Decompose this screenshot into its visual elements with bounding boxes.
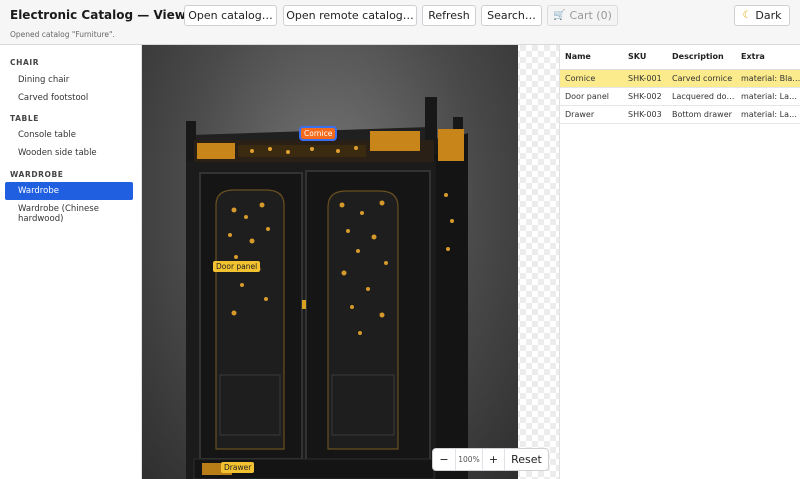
cell-name: Drawer xyxy=(560,105,623,124)
theme-toggle-button[interactable]: ☾ Dark xyxy=(734,5,790,26)
cell-extra: material: Black lacquer xyxy=(736,69,800,88)
cart-icon: 🛒 xyxy=(553,10,566,21)
cell-extra: material: Lacquer xyxy=(736,87,800,106)
cell-name: Cornice xyxy=(560,69,623,88)
sidebar-item-dining-chair[interactable]: Dining chair xyxy=(5,72,133,88)
sidebar-item-console-table[interactable]: Console table xyxy=(5,127,133,143)
hotspot-drawer[interactable]: Drawer xyxy=(221,462,255,473)
zoom-reset-button[interactable]: Reset xyxy=(505,449,548,470)
hotspot-door-panel[interactable]: Door panel xyxy=(213,261,261,272)
category-header-table: TABLE xyxy=(10,114,39,123)
hotspot-cornice[interactable]: Cornice xyxy=(298,126,338,141)
cart-button[interactable]: 🛒 Cart (0) xyxy=(547,5,618,26)
cell-extra: material: Lacquer xyxy=(736,105,800,124)
category-sidebar: CHAIR Dining chair Carved footstool TABL… xyxy=(0,45,142,479)
sidebar-item-wardrobe[interactable]: Wardrobe xyxy=(5,182,133,200)
zoom-in-button[interactable]: + xyxy=(483,449,505,470)
sidebar-item-carved-footstool[interactable]: Carved footstool xyxy=(5,90,133,106)
zoom-controls: − 100% + Reset xyxy=(432,448,549,471)
status-message: Opened catalog "Furniture". xyxy=(10,30,115,39)
sidebar-item-wardrobe-chinese-hardwood[interactable]: Wardrobe (Chinese hardwood) xyxy=(5,202,133,226)
refresh-button[interactable]: Refresh xyxy=(422,5,476,26)
cell-sku: SHK-003 xyxy=(623,105,667,124)
image-viewer[interactable]: Cornice Door panel Drawer − 100% + Reset xyxy=(142,45,559,479)
table-row[interactable]: Drawer SHK-003 Bottom drawer material: L… xyxy=(560,105,800,124)
cell-description: Bottom drawer xyxy=(667,105,736,124)
parts-table: Name SKU Description Extra Cornice SHK-0… xyxy=(560,45,800,124)
cell-sku: SHK-001 xyxy=(623,69,667,88)
column-header-sku[interactable]: SKU xyxy=(623,45,667,70)
moon-icon: ☾ xyxy=(742,10,752,21)
theme-label: Dark xyxy=(755,9,782,22)
zoom-level: 100% xyxy=(455,449,483,470)
wardrobe-illustration xyxy=(186,97,468,479)
cell-sku: SHK-002 xyxy=(623,87,667,106)
table-header-row: Name SKU Description Extra xyxy=(560,45,800,70)
cell-description: Lacquered door panel xyxy=(667,87,736,106)
column-header-name[interactable]: Name xyxy=(560,45,623,70)
sidebar-item-wooden-side-table[interactable]: Wooden side table xyxy=(5,145,133,161)
table-row[interactable]: Door panel SHK-002 Lacquered door panel … xyxy=(560,87,800,106)
column-header-extra[interactable]: Extra xyxy=(736,45,800,70)
app-title: Electronic Catalog — Viewer xyxy=(10,8,200,22)
cell-name: Door panel xyxy=(560,87,623,106)
open-remote-catalog-button[interactable]: Open remote catalog… xyxy=(283,5,417,26)
category-header-wardrobe: WARDROBE xyxy=(10,170,64,179)
parts-panel: Name SKU Description Extra Cornice SHK-0… xyxy=(559,45,800,479)
category-header-chair: CHAIR xyxy=(10,58,40,67)
column-header-description[interactable]: Description xyxy=(667,45,736,70)
cell-description: Carved cornice xyxy=(667,69,736,88)
cart-label: Cart (0) xyxy=(569,9,612,22)
zoom-out-button[interactable]: − xyxy=(433,449,455,470)
search-button[interactable]: Search… xyxy=(481,5,542,26)
header-bar: Electronic Catalog — Viewer Opened catal… xyxy=(0,0,800,45)
table-row[interactable]: Cornice SHK-001 Carved cornice material:… xyxy=(560,69,800,88)
product-photo: Cornice Door panel Drawer xyxy=(142,45,518,479)
open-catalog-button[interactable]: Open catalog… xyxy=(184,5,277,26)
